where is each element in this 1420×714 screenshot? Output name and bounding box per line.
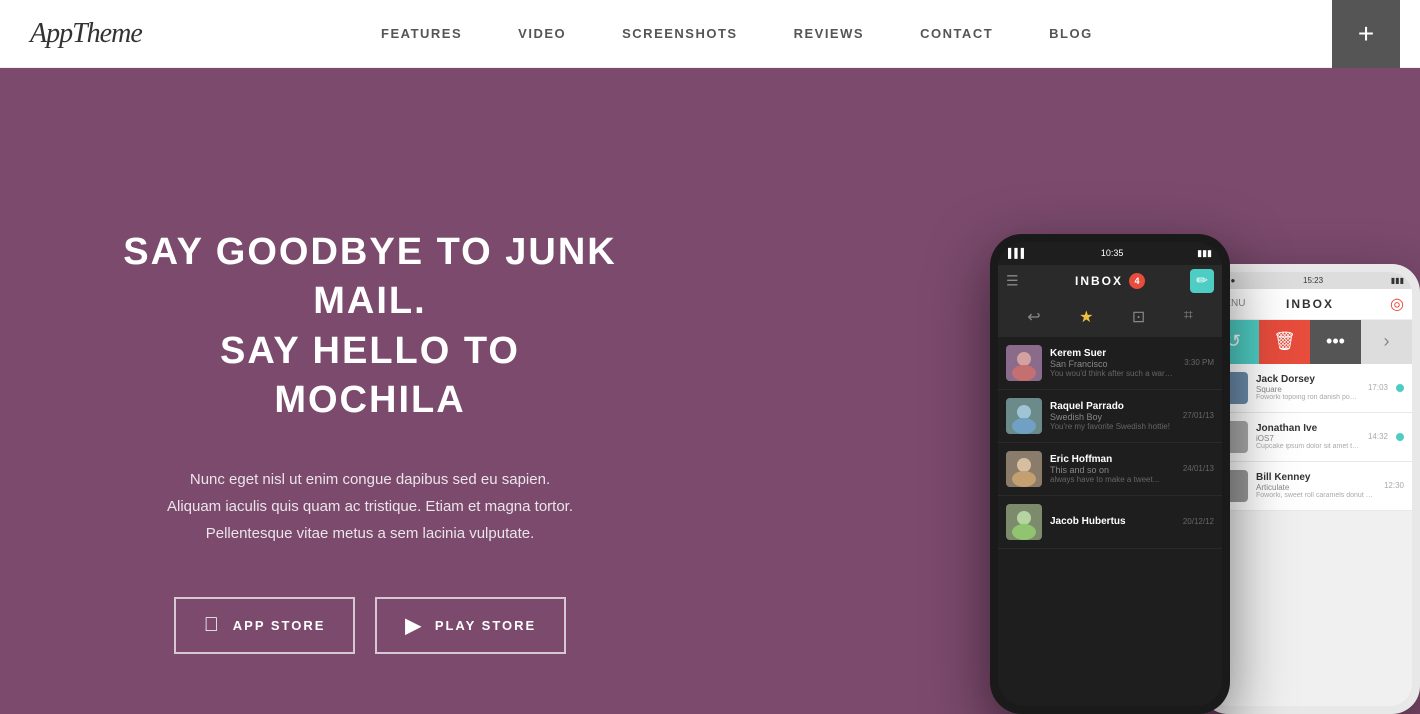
- phone1-archive-icon: ⊡: [1132, 307, 1145, 327]
- phone1-avatar-2: [1006, 398, 1042, 434]
- phone2-mail-info-3: Bill Kenney Articulate Foworki, sweet ro…: [1256, 472, 1376, 499]
- phone1-mail-item: Eric Hoffman This and so on always have …: [998, 443, 1222, 496]
- phone2-more-action[interactable]: •••: [1310, 320, 1361, 364]
- phone2-inbox-header: MENU INBOX ◎: [1208, 289, 1412, 320]
- phone2-time: 15:23: [1303, 276, 1323, 285]
- phone1-inbox-label: INBOX: [1075, 274, 1123, 288]
- phone1-avatar-1: [1006, 345, 1042, 381]
- nav-screenshots[interactable]: SCREENSHOTS: [594, 0, 765, 68]
- phone2-battery: ▮▮▮: [1391, 276, 1404, 285]
- phone1-inbox-badge: 4: [1129, 273, 1145, 289]
- phone1-time: 10:35: [1101, 248, 1124, 258]
- hero-subtitle: Nunc eget nisl ut enim congue dapibus se…: [120, 466, 620, 547]
- phone2-next-action[interactable]: ›: [1361, 320, 1412, 364]
- phone1-avatar-4: [1006, 504, 1042, 540]
- hero-section: SAY GOODBYE TO JUNK MAIL. SAY HELLO TO M…: [0, 68, 1420, 714]
- phone2-delete-action[interactable]: 🗑: [1259, 320, 1310, 364]
- phone1-mail-info-2: Raquel Parrado Swedish Boy You're my fav…: [1050, 401, 1175, 431]
- phone1-mail-item: Raquel Parrado Swedish Boy You're my fav…: [998, 390, 1222, 443]
- phone1-status-bar: ▌▌▌ 10:35 ▮▮▮: [998, 242, 1222, 265]
- nav-video[interactable]: VIDEO: [490, 0, 594, 68]
- phone1-menu-icon: ☰: [1006, 272, 1019, 289]
- play-icon: ▶: [405, 613, 422, 638]
- play-store-button[interactable]: ▶ PLAY STORE: [375, 597, 566, 654]
- phone1-mail-info-3: Eric Hoffman This and so on always have …: [1050, 454, 1175, 484]
- phone2-unread-dot-2: [1396, 433, 1404, 441]
- phone1-mail-info-4: Jacob Hubertus: [1050, 516, 1175, 527]
- phone1-reply-icon: ↩: [1027, 307, 1040, 327]
- hero-title: SAY GOODBYE TO JUNK MAIL. SAY HELLO TO M…: [120, 228, 620, 426]
- phone2-inbox-label: INBOX: [1286, 297, 1334, 311]
- phone1-battery: ▮▮▮: [1197, 248, 1212, 259]
- nav-blog[interactable]: BLOG: [1021, 0, 1121, 68]
- phone1-inbox-header: ☰ INBOX 4 ✏: [998, 265, 1222, 297]
- nav-contact[interactable]: CONTACT: [892, 0, 1021, 68]
- phone1-star-icon: ★: [1079, 307, 1093, 327]
- phone1-compose-button[interactable]: ✏: [1190, 269, 1214, 293]
- phone1-mockup: ▌▌▌ 10:35 ▮▮▮ ☰ INBOX 4 ✏: [990, 234, 1230, 714]
- phone2-mail-item: Bill Kenney Articulate Foworki, sweet ro…: [1208, 462, 1412, 511]
- phone1-action-bar: ↩ ★ ⊡ ⌗: [998, 297, 1222, 337]
- app-store-button[interactable]:  APP STORE: [174, 597, 356, 654]
- main-nav: FEATURES VIDEO SCREENSHOTS REVIEWS CONTA…: [353, 0, 1121, 68]
- phone2-status-bar: ●●●● 15:23 ▮▮▮: [1208, 272, 1412, 289]
- phone2-compass-icon: ◎: [1390, 294, 1404, 314]
- header: AppTheme FEATURES VIDEO SCREENSHOTS REVI…: [0, 0, 1420, 68]
- phone2-mail-info-1: Jack Dorsey Square Foworki topoing ron d…: [1256, 374, 1360, 401]
- phone2-unread-dot-1: [1396, 384, 1404, 392]
- logo[interactable]: AppTheme: [30, 18, 142, 50]
- hero-buttons:  APP STORE ▶ PLAY STORE: [120, 597, 620, 654]
- phone1-tag-icon: ⌗: [1184, 307, 1193, 327]
- phone1-mail-item: Kerem Suer San Francisco You wou'd think…: [998, 337, 1222, 390]
- hero-content: SAY GOODBYE TO JUNK MAIL. SAY HELLO TO M…: [0, 68, 680, 714]
- phone2-mail-info-2: Jonathan Ive iOS7 Cupcake ipsum dolor si…: [1256, 423, 1360, 450]
- phone1-signal: ▌▌▌: [1008, 248, 1027, 258]
- phone2-mail-item: Jack Dorsey Square Foworki topoing ron d…: [1208, 364, 1412, 413]
- phones-mockup: ▌▌▌ 10:35 ▮▮▮ ☰ INBOX 4 ✏: [990, 234, 1420, 714]
- nav-features[interactable]: FEATURES: [353, 0, 490, 68]
- menu-toggle-button[interactable]: +: [1332, 0, 1400, 68]
- phone2-swipe-actions: ↺ 🗑 ••• ›: [1208, 320, 1412, 364]
- phone2-mail-item: Jonathan Ive iOS7 Cupcake ipsum dolor si…: [1208, 413, 1412, 462]
- phone1-avatar-3: [1006, 451, 1042, 487]
- phone2-mockup: ●●●● 15:23 ▮▮▮ MENU INBOX ◎ ↺ 🗑 •••: [1200, 264, 1420, 714]
- phone1-mail-item: Jacob Hubertus 20/12/12: [998, 496, 1222, 549]
- phone1-mail-info-1: Kerem Suer San Francisco You wou'd think…: [1050, 348, 1176, 378]
- apple-icon: : [204, 614, 221, 637]
- nav-reviews[interactable]: REVIEWS: [766, 0, 892, 68]
